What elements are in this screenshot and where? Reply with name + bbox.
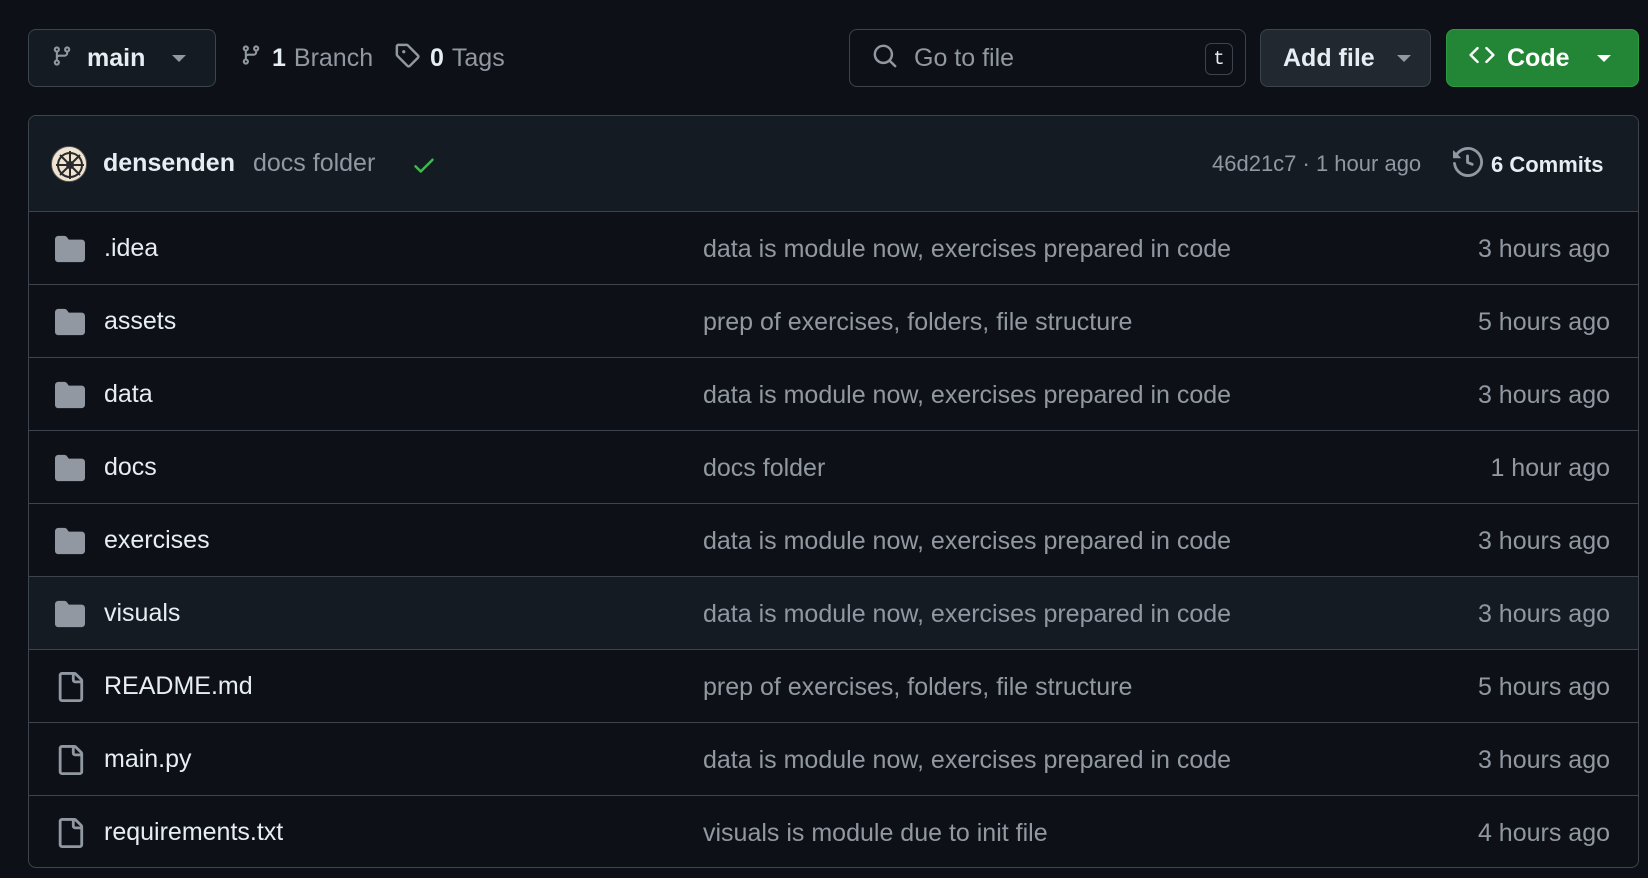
file-row[interactable]: visuals data is module now, exercises pre… bbox=[29, 577, 1638, 650]
file-commit-age: 4 hours ago bbox=[1477, 819, 1610, 847]
file-name-link[interactable]: requirements.txt bbox=[104, 818, 283, 847]
file-name-link[interactable]: docs bbox=[104, 453, 157, 482]
add-file-button[interactable]: Add file bbox=[1260, 29, 1431, 87]
tags-link[interactable]: 0 Tags bbox=[394, 29, 505, 87]
file-row[interactable]: README.md prep of exercises, folders, fil… bbox=[29, 650, 1638, 723]
chevron-down-icon bbox=[172, 55, 186, 62]
folder-icon bbox=[55, 307, 85, 342]
file-row[interactable]: docs docs folder 1 hour ago bbox=[29, 431, 1638, 504]
avatar[interactable] bbox=[51, 146, 87, 182]
file-commit-age: 3 hours ago bbox=[1477, 381, 1610, 409]
file-row[interactable]: .idea data is module now, exercises prepa… bbox=[29, 212, 1638, 285]
file-list: .idea data is module now, exercises prepa… bbox=[29, 212, 1638, 867]
file-commit-age: 3 hours ago bbox=[1477, 235, 1610, 263]
file-commit-age: 3 hours ago bbox=[1477, 527, 1610, 555]
chevron-down-icon bbox=[1397, 55, 1411, 62]
search-icon bbox=[872, 43, 898, 74]
code-button[interactable]: Code bbox=[1446, 29, 1639, 87]
keyboard-shortcut-hint: t bbox=[1205, 43, 1233, 75]
branches-label: Branch bbox=[293, 43, 374, 72]
file-commit-age: 5 hours ago bbox=[1477, 308, 1610, 336]
file-row[interactable]: exercises data is module now, exercises p… bbox=[29, 504, 1638, 577]
code-icon bbox=[1469, 42, 1495, 75]
file-icon bbox=[55, 672, 85, 707]
add-file-label: Add file bbox=[1283, 43, 1375, 72]
file-row[interactable]: requirements.txt visuals is module due to… bbox=[29, 796, 1638, 867]
file-row[interactable]: assets prep of exercises, folders, file s… bbox=[29, 285, 1638, 358]
file-commit-age: 1 hour ago bbox=[1490, 454, 1610, 482]
commit-author[interactable]: densenden bbox=[103, 149, 235, 178]
latest-commit-bar: densenden docs folder 46d21c7 · 1 hour a… bbox=[29, 116, 1638, 212]
file-commit-message[interactable]: data is module now, exercises prepared i… bbox=[703, 235, 1231, 264]
file-commit-age: 5 hours ago bbox=[1477, 673, 1610, 701]
file-icon bbox=[55, 745, 85, 780]
file-row[interactable]: main.py data is module now, exercises pre… bbox=[29, 723, 1638, 796]
git-branch-icon bbox=[240, 42, 262, 75]
chevron-down-icon bbox=[1597, 55, 1611, 62]
file-commit-message[interactable]: data is module now, exercises prepared i… bbox=[703, 600, 1231, 629]
file-commit-age: 3 hours ago bbox=[1477, 746, 1610, 774]
check-icon[interactable] bbox=[411, 152, 437, 183]
file-name-link[interactable]: exercises bbox=[104, 526, 210, 555]
commit-hash-time[interactable]: 46d21c7 · 1 hour ago bbox=[1212, 151, 1421, 177]
file-icon bbox=[55, 818, 85, 853]
commits-history-link[interactable]: 6 Commits bbox=[1453, 146, 1604, 183]
file-name-link[interactable]: .idea bbox=[104, 234, 158, 263]
folder-icon bbox=[55, 234, 85, 269]
folder-icon bbox=[55, 380, 85, 415]
file-commit-age: 3 hours ago bbox=[1477, 600, 1610, 628]
file-commit-message[interactable]: prep of exercises, folders, file structu… bbox=[703, 673, 1132, 702]
folder-icon bbox=[55, 599, 85, 634]
file-name-link[interactable]: data bbox=[104, 380, 153, 409]
repo-toolbar: main 1 Branch 0 Tags t Add file Code bbox=[28, 29, 1639, 87]
go-to-file-search[interactable]: t bbox=[849, 29, 1246, 87]
file-row[interactable]: data data is module now, exercises prepar… bbox=[29, 358, 1638, 431]
commit-message[interactable]: docs folder bbox=[253, 149, 375, 178]
tags-label: Tags bbox=[451, 43, 505, 72]
file-name-link[interactable]: README.md bbox=[104, 672, 253, 701]
folder-icon bbox=[55, 453, 85, 488]
folder-icon bbox=[55, 526, 85, 561]
file-commit-message[interactable]: visuals is module due to init file bbox=[703, 819, 1048, 848]
file-commit-message[interactable]: data is module now, exercises prepared i… bbox=[703, 381, 1231, 410]
branch-selector-button[interactable]: main bbox=[28, 29, 216, 87]
branches-link[interactable]: 1 Branch bbox=[240, 29, 373, 87]
git-branch-icon bbox=[51, 43, 73, 74]
file-browser: densenden docs folder 46d21c7 · 1 hour a… bbox=[28, 115, 1639, 868]
branch-name: main bbox=[87, 43, 146, 72]
search-input[interactable] bbox=[914, 43, 1184, 73]
history-icon bbox=[1453, 146, 1484, 183]
file-name-link[interactable]: main.py bbox=[104, 745, 192, 774]
file-commit-message[interactable]: prep of exercises, folders, file structu… bbox=[703, 308, 1132, 337]
file-commit-message[interactable]: data is module now, exercises prepared i… bbox=[703, 746, 1231, 775]
tags-count: 0 bbox=[430, 43, 444, 72]
branches-count: 1 bbox=[272, 43, 286, 72]
code-label: Code bbox=[1507, 43, 1570, 72]
file-commit-message[interactable]: data is module now, exercises prepared i… bbox=[703, 527, 1231, 556]
commits-label: 6 Commits bbox=[1491, 152, 1604, 177]
file-commit-message[interactable]: docs folder bbox=[703, 454, 825, 483]
file-name-link[interactable]: assets bbox=[104, 307, 176, 336]
tag-icon bbox=[394, 42, 420, 75]
file-name-link[interactable]: visuals bbox=[104, 599, 180, 628]
